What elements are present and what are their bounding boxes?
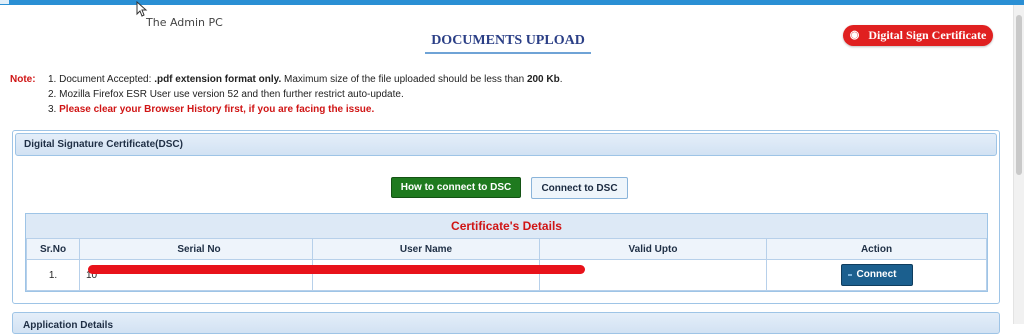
vertical-scrollbar[interactable] (1013, 5, 1024, 324)
cursor-icon (136, 1, 148, 17)
note-number: 3. (48, 104, 57, 115)
note-label: Note: (10, 74, 36, 85)
certificate-details-title: Certificate's Details (26, 214, 987, 239)
application-details-panel: Application Details (12, 312, 1000, 334)
note-item: 1. Document Accepted: .pdf extension for… (48, 72, 608, 87)
redaction-mark (88, 265, 585, 274)
row-connect-label: Connect (856, 269, 897, 280)
note-text: Document Accepted: (59, 74, 155, 85)
page-title: DOCUMENTS UPLOAD (425, 33, 591, 54)
browser-top-bar (0, 0, 1024, 5)
application-details-header: Application Details (23, 320, 114, 331)
connect-to-dsc-button[interactable]: Connect to DSC (531, 177, 628, 199)
column-header-user-name: User Name (312, 238, 540, 260)
note-text: . (559, 74, 563, 85)
column-header-action: Action (766, 238, 987, 260)
note-item: 3. Please clear your Browser History fir… (48, 102, 608, 117)
note-number: 2. (48, 89, 57, 100)
table-header-row: Sr.No Serial No User Name Valid Upto Act… (26, 238, 987, 260)
top-bar-mark (0, 0, 9, 4)
note-bold-text: .pdf extension format only. (154, 74, 282, 85)
scrollbar-thumb[interactable] (1016, 15, 1022, 175)
column-header-valid-upto: Valid Upto (539, 238, 767, 260)
note-warning-text: Please clear your Browser History first,… (59, 104, 375, 115)
cell-action: Connect (766, 259, 987, 291)
dsc-panel-header: Digital Signature Certificate(DSC) (15, 133, 997, 156)
note-item: 2. Mozilla Firefox ESR User use version … (48, 87, 608, 102)
note-text: Maximum size of the file uploaded should… (281, 74, 527, 85)
certificate-details-box: Certificate's Details Sr.No Serial No Us… (25, 213, 988, 292)
dsc-panel: Digital Signature Certificate(DSC) How t… (12, 130, 1000, 304)
column-header-serial: Serial No (79, 238, 313, 260)
eye-icon: ◉ (849, 29, 860, 41)
note-list: 1. Document Accepted: .pdf extension for… (48, 72, 608, 117)
cell-srno: 1. (26, 259, 80, 291)
note-bold-text: 200 Kb (526, 74, 560, 85)
note-text: Mozilla Firefox ESR User use version 52 … (59, 89, 404, 100)
note-number: 1. (48, 74, 57, 85)
row-connect-button[interactable]: Connect (840, 264, 913, 286)
plug-icon (847, 274, 852, 276)
digital-sign-certificate-button[interactable]: ◉ Digital Sign Certificate (843, 25, 993, 46)
column-header-srno: Sr.No (26, 238, 80, 260)
how-to-connect-dsc-button[interactable]: How to connect to DSC (391, 177, 521, 198)
digital-sign-certificate-label: Digital Sign Certificate (868, 28, 987, 42)
pc-label: The Admin PC (146, 16, 223, 29)
